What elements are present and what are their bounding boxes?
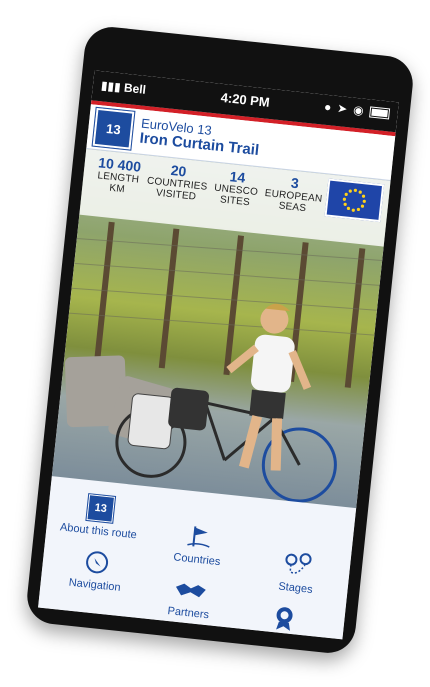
menu-partners[interactable]: Partners: [142, 571, 238, 624]
stat-unesco: 14 UNESCO SITES: [206, 166, 267, 210]
stat-length: 10 400 LENGTH KM: [88, 154, 149, 198]
route-number: 13: [94, 501, 108, 516]
menu-countries[interactable]: Countries: [151, 517, 247, 570]
flag-icon: [187, 526, 210, 548]
stat-seas: 3 EUROPEAN SEAS: [263, 172, 324, 216]
stat-countries: 20 COUNTRIES VISITED: [145, 160, 209, 204]
route-badge-icon: 13: [91, 106, 136, 151]
route-13-badge-icon: 13: [85, 493, 117, 524]
menu-about-route[interactable]: 13 About this route: [52, 489, 148, 542]
compass-icon: [86, 551, 109, 574]
wifi-icon: ◉: [352, 102, 365, 118]
stat-label: EUROPEAN SEAS: [264, 187, 323, 215]
phone-device: ▮▮▮ Bell 4:20 PM ● ➤ ◉ 13 EuroVelo 13 Ir…: [24, 24, 416, 656]
medal-icon: [276, 607, 293, 631]
map-pins-icon: [285, 553, 312, 574]
menu-stages[interactable]: Stages: [249, 546, 345, 599]
menu-rewards[interactable]: Rewards: [235, 599, 331, 639]
handshake-icon: [175, 583, 206, 598]
alarm-icon: ●: [323, 99, 333, 115]
app-screen: ▮▮▮ Bell 4:20 PM ● ➤ ◉ 13 EuroVelo 13 Ir…: [38, 70, 399, 640]
stat-label: LENGTH KM: [96, 170, 140, 196]
hero-image: 10 400 LENGTH KM 20 COUNTRIES VISITED 14…: [51, 148, 391, 510]
menu-navigation[interactable]: Navigation: [48, 543, 144, 596]
location-arrow-icon: ➤: [336, 101, 349, 117]
battery-icon: [369, 105, 391, 119]
stat-label: UNESCO SITES: [213, 182, 259, 209]
route-number: 13: [105, 120, 122, 137]
eu-flag-icon: [324, 178, 385, 223]
header-titles: EuroVelo 13 Iron Curtain Trail: [139, 116, 261, 159]
